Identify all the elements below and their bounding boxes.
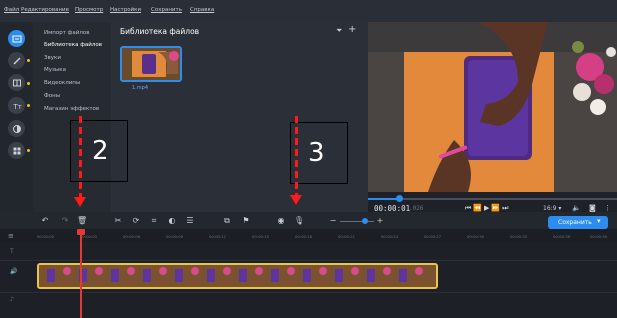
ruler-tick: 00:00:27: [424, 234, 442, 239]
sidebar-item-effects-store[interactable]: Магазин эффектов: [44, 106, 99, 112]
cut-icon[interactable]: ✂: [113, 216, 123, 225]
filter-icon[interactable]: ⏷: [336, 26, 342, 36]
record-icon[interactable]: ◉: [276, 216, 286, 225]
skip-end-icon[interactable]: ⏭: [502, 204, 510, 212]
rotate-icon[interactable]: ⟳: [131, 216, 141, 225]
seek-handle[interactable]: [396, 195, 403, 202]
track-divider: [0, 292, 617, 293]
undo-icon[interactable]: ↶: [40, 216, 50, 225]
seek-progress: [368, 198, 398, 200]
sidebar-item-music[interactable]: Музыка: [44, 67, 66, 73]
import-icon[interactable]: [8, 30, 25, 47]
media-thumbnail[interactable]: [120, 46, 182, 82]
microphone-icon[interactable]: 🎙: [294, 216, 304, 225]
library-title: Библиотека файлов: [120, 27, 200, 36]
zoom-out-icon[interactable]: −: [328, 216, 338, 225]
magic-wand-icon[interactable]: [8, 52, 25, 69]
color-adjust-icon[interactable]: ◐: [167, 216, 177, 225]
svg-text:Tт: Tт: [12, 103, 21, 111]
seek-bar[interactable]: [368, 198, 617, 200]
annotation-label-2: 2: [92, 136, 109, 166]
ruler-tick: 00:00:06: [123, 234, 141, 239]
library-sidebar: Импорт файлов Библиотека файлов Звуки Му…: [33, 22, 111, 212]
text-track-icon[interactable]: T: [10, 248, 14, 255]
tool-rail: Tт: [0, 22, 33, 212]
properties-icon[interactable]: ☰: [185, 216, 195, 225]
delete-icon[interactable]: 🗑: [77, 216, 87, 225]
ruler-tick: 00:00:24: [381, 234, 399, 239]
notification-dot: [27, 59, 30, 62]
video-clip[interactable]: [37, 263, 438, 289]
timecode-ms: .026: [409, 205, 424, 212]
sidebar-item-library[interactable]: Библиотека файлов: [44, 42, 102, 48]
transitions-icon[interactable]: [8, 74, 25, 91]
more-tools-icon[interactable]: [8, 142, 25, 159]
annotation-dash-2: [79, 116, 82, 198]
sidebar-item-import[interactable]: Импорт файлов: [44, 30, 89, 36]
marker-icon[interactable]: ⚑: [241, 216, 251, 225]
menu-file[interactable]: Файл: [4, 7, 19, 13]
playhead-handle[interactable]: [77, 229, 85, 235]
redo-icon[interactable]: ↷: [60, 216, 70, 225]
crop-icon[interactable]: ⌗: [149, 216, 159, 226]
zoom-slider[interactable]: [340, 221, 374, 222]
track-divider: [0, 260, 617, 261]
step-back-icon[interactable]: ⏪: [473, 204, 484, 212]
menu-settings[interactable]: Настройки: [110, 7, 141, 13]
ruler-tick: 00:00:39: [590, 234, 608, 239]
text-icon[interactable]: Tт: [8, 97, 25, 114]
sidebar-item-videoclips[interactable]: Видеоклипы: [44, 80, 80, 86]
video-preview[interactable]: [368, 22, 617, 192]
ruler-tick: 00:00:12: [209, 234, 227, 239]
notification-dot: [27, 104, 30, 107]
sidebar-item-backgrounds[interactable]: Фоны: [44, 93, 60, 99]
add-icon[interactable]: +: [348, 24, 356, 35]
track-settings-icon[interactable]: ≡: [8, 232, 14, 240]
annotation-arrow-3: [290, 195, 302, 205]
insert-icon[interactable]: ⧉: [222, 216, 232, 226]
playhead[interactable]: [80, 232, 82, 318]
zoom-slider-handle[interactable]: [362, 218, 368, 224]
menu-bar: Файл Редактирование Просмотр Настройки С…: [0, 0, 617, 22]
menu-edit[interactable]: Редактирование: [21, 7, 69, 13]
ruler-tick: 00:00:21: [338, 234, 356, 239]
save-button-label: Сохранить: [558, 219, 592, 226]
notification-dot: [27, 82, 30, 85]
save-dropdown-icon[interactable]: ▾: [597, 217, 601, 225]
sidebar-item-sounds[interactable]: Звуки: [44, 55, 61, 61]
ruler-tick: 00:00:00: [37, 234, 55, 239]
ruler-tick: 00:00:09: [166, 234, 184, 239]
volume-icon[interactable]: 🔈: [572, 204, 581, 212]
snapshot-icon[interactable]: ◙: [589, 204, 596, 212]
notification-dot: [27, 149, 30, 152]
annotation-dash-3: [295, 116, 298, 196]
menu-export[interactable]: Сохранить: [151, 7, 182, 13]
annotation-arrow-2: [74, 197, 86, 207]
menu-view[interactable]: Просмотр: [75, 7, 103, 13]
audio-track-icon[interactable]: ♪: [10, 296, 14, 303]
ruler-tick: 00:00:33: [510, 234, 528, 239]
ruler-tick: 00:00:30: [467, 234, 485, 239]
more-icon[interactable]: ⋮: [604, 204, 611, 212]
media-file-name: 1.mp4: [132, 85, 148, 91]
zoom-in-icon[interactable]: +: [375, 216, 385, 225]
menu-help[interactable]: Справка: [190, 7, 214, 13]
annotation-label-3: 3: [308, 138, 325, 168]
ruler-tick: 00:00:15: [252, 234, 270, 239]
video-track-icon[interactable]: 🔊: [10, 268, 17, 275]
filters-icon[interactable]: [8, 120, 25, 137]
step-forward-icon[interactable]: ⏩: [491, 204, 502, 212]
edit-toolbar: [0, 212, 617, 229]
ruler-tick: 00:00:18: [295, 234, 313, 239]
aspect-ratio-select[interactable]: 16:9 ▾: [543, 205, 561, 212]
ruler-tick: 00:00:36: [553, 234, 571, 239]
